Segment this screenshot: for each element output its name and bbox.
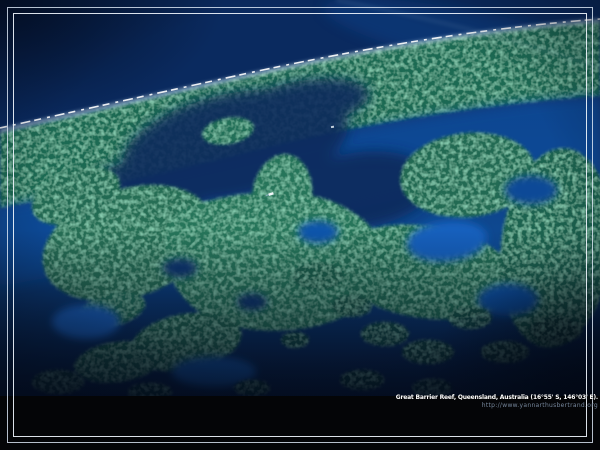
caption-location: Great Barrier Reef, Queensland, Australi… [396, 394, 598, 401]
vignette [0, 0, 600, 397]
wallpaper-canvas: Great Barrier Reef, Queensland, Australi… [0, 0, 600, 450]
photo-caption: Great Barrier Reef, Queensland, Australi… [396, 394, 598, 409]
caption-credit-url: http://www.yannarthusbertrand.org [396, 402, 598, 409]
reef-photo [0, 0, 600, 450]
